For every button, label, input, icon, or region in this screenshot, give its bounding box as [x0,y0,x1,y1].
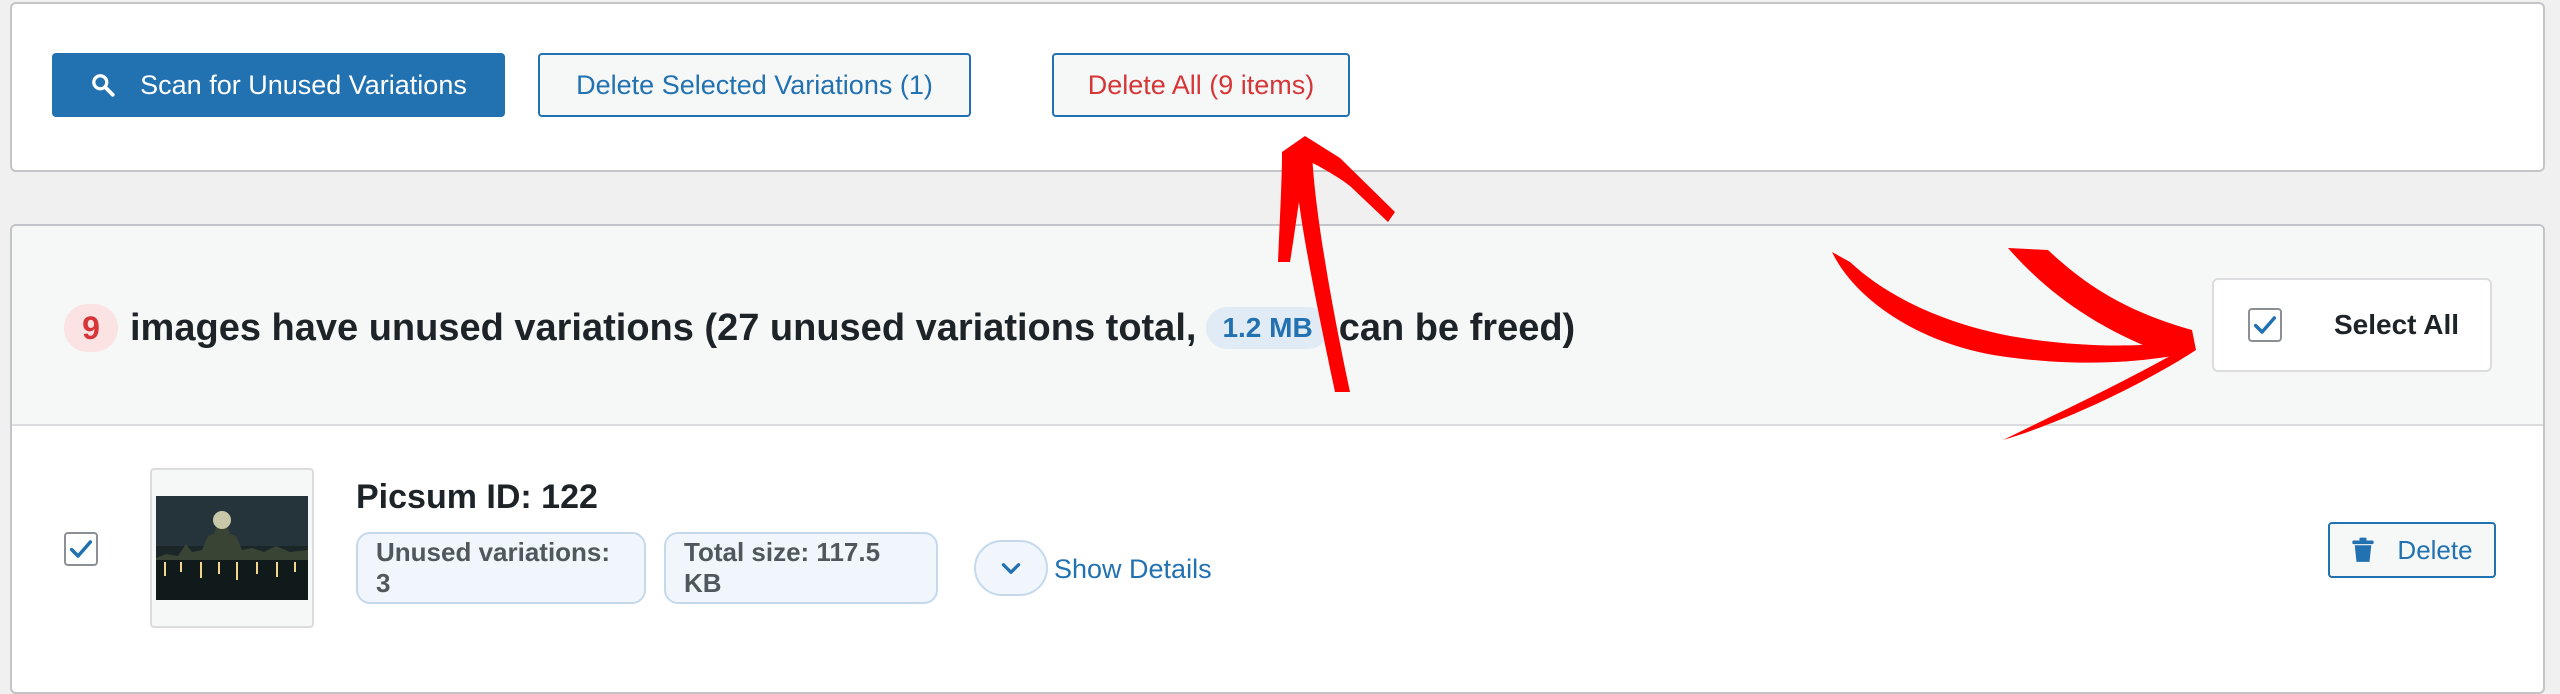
item-title: Picsum ID: 122 [356,478,598,516]
variations-list-panel: 9 images have unused variations (27 unus… [10,224,2545,694]
item-checkbox[interactable] [64,532,98,566]
summary-text: images have unused variations (27 unused… [130,304,1575,352]
delete-selected-button[interactable]: Delete Selected Variations (1) [538,53,971,117]
search-icon [90,72,116,98]
delete-all-button[interactable]: Delete All (9 items) [1052,53,1350,117]
delete-selected-label: Delete Selected Variations (1) [576,69,933,100]
summary-text-before: images have unused variations (27 unused… [130,306,1197,349]
item-delete-button[interactable]: Delete [2328,522,2496,578]
total-size-chip: Total size: 117.5 KB [664,532,938,604]
scan-button-label: Scan for Unused Variations [140,69,467,100]
show-details-link[interactable]: Show Details [1054,554,1212,585]
night-city-thumbnail-image [156,496,308,600]
select-all-checkbox[interactable] [2248,308,2282,342]
freed-size-badge: 1.2 MB [1206,307,1329,349]
select-all-label: Select All [2334,309,2460,340]
item-delete-label: Delete [2397,534,2473,565]
scan-button[interactable]: Scan for Unused Variations [52,53,505,117]
unused-variations-chip: Unused variations: 3 [356,532,646,604]
summary-text-after: can be freed) [1338,306,1576,349]
checkmark-icon [69,540,93,558]
summary-header: 9 images have unused variations (27 unus… [12,226,2543,426]
trash-icon [2351,537,2375,563]
image-count-badge: 9 [64,304,118,352]
item-thumbnail [150,468,314,628]
checkmark-icon [2253,316,2277,334]
delete-all-label: Delete All (9 items) [1087,69,1315,100]
select-all-toggle[interactable]: Select All [2212,278,2492,372]
chevron-down-icon [1001,563,1021,574]
details-toggle-button[interactable] [974,540,1048,596]
